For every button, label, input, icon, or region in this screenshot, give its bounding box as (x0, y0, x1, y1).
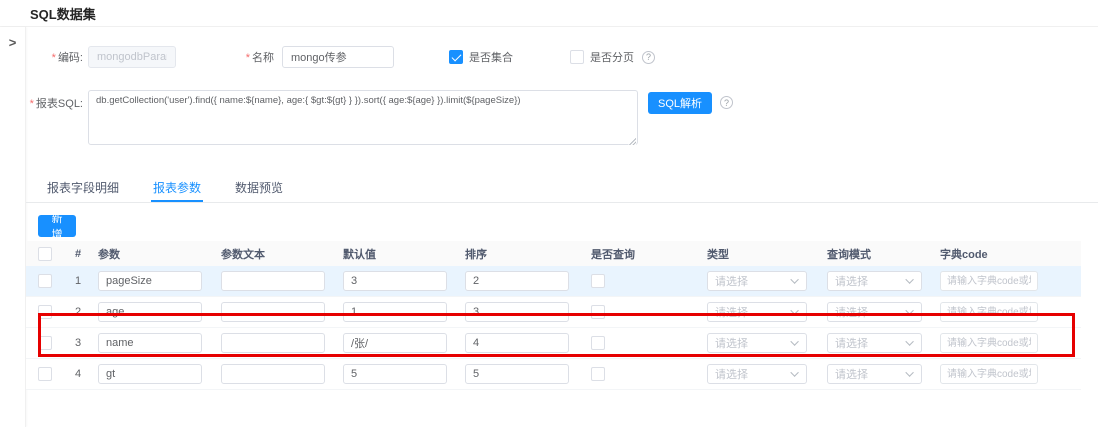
title-bar: SQL数据集 (0, 0, 1098, 27)
sort-input[interactable] (465, 333, 569, 353)
table-row: 2 请选择 请选择 (26, 297, 1081, 328)
default-value-input[interactable] (343, 302, 447, 322)
query-mode-select[interactable]: 请选择 (827, 302, 922, 322)
required-asterisk: * (51, 52, 56, 64)
default-value-input[interactable] (343, 271, 447, 291)
code-label: * 编码: (51, 52, 83, 64)
required-asterisk: * (245, 52, 250, 64)
type-select[interactable]: 请选择 (707, 302, 807, 322)
is-query-checkbox[interactable] (591, 367, 605, 381)
chevron-down-icon (905, 275, 914, 284)
chevron-down-icon (905, 306, 914, 315)
table-header-row: # 参数 参数文本 默认值 排序 是否查询 类型 查询模式 字典code (26, 241, 1081, 266)
query-mode-select[interactable]: 请选择 (827, 333, 922, 353)
form-row-sql: * 报表SQL: db.getCollection('user').find({ … (26, 90, 1098, 148)
name-label: * 名称 (245, 52, 274, 64)
table-toolbar: 新增 (26, 209, 1098, 241)
collapsed-side-panel: > (0, 27, 26, 427)
is-query-checkbox[interactable] (591, 336, 605, 350)
type-select[interactable]: 请选择 (707, 333, 807, 353)
row-index: 3 (75, 337, 82, 349)
pagination-help-question-circle-icon[interactable]: ? (642, 50, 655, 64)
main-content: *编码: *名称 是否集合 是否分页 ? *报表SQL: db.getColle… (26, 46, 1098, 390)
chevron-down-icon (790, 368, 799, 377)
expand-panel-chevron-right-icon[interactable]: > (6, 35, 20, 50)
is-query-checkbox[interactable] (591, 274, 605, 288)
param-text-input[interactable] (221, 364, 325, 384)
sort-input[interactable] (465, 271, 569, 291)
table-row: 3 请选择 请选择 (26, 328, 1081, 359)
header-index: # (75, 247, 82, 260)
header-type: 类型 (707, 248, 729, 261)
row-checkbox[interactable] (38, 274, 52, 288)
query-mode-select[interactable]: 请选择 (827, 364, 922, 384)
add-button[interactable]: 新增 (38, 213, 76, 241)
dict-code-input[interactable] (940, 271, 1038, 291)
header-default: 默认值 (343, 248, 376, 261)
sql-textarea-wrap: db.getCollection('user').find({ name:${n… (88, 90, 638, 148)
row-index: 2 (75, 306, 82, 318)
sql-parse-button[interactable]: SQL解析 (648, 92, 713, 114)
chevron-down-icon (905, 337, 914, 346)
row-checkbox[interactable] (38, 305, 52, 319)
table-body: 1 请选择 请选择 2 请选择 请选择 3 请选择 请选择 4 (26, 266, 1081, 390)
sql-label: * 报表SQL: (29, 98, 83, 110)
form-row-basic: *编码: *名称 是否集合 是否分页 ? (26, 46, 1098, 68)
sql-help-question-circle-icon[interactable]: ? (720, 96, 734, 109)
table-row: 1 请选择 请选择 (26, 266, 1081, 297)
report-sql-textarea[interactable]: db.getCollection('user').find({ name:${n… (88, 90, 638, 145)
param-input[interactable] (98, 333, 202, 353)
header-dict-code: 字典code (940, 248, 988, 261)
is-collection-checkbox[interactable] (449, 50, 463, 64)
sort-input[interactable] (465, 364, 569, 384)
type-select[interactable]: 请选择 (707, 364, 807, 384)
is-pagination-checkbox[interactable] (570, 50, 584, 64)
row-index: 4 (75, 368, 82, 380)
header-is-query: 是否查询 (591, 248, 635, 261)
param-input[interactable] (98, 364, 202, 384)
table-row: 4 请选择 请选择 (26, 359, 1081, 390)
row-index: 1 (75, 275, 82, 287)
query-mode-select[interactable]: 请选择 (827, 271, 922, 291)
tab-bar: 报表字段明细 报表参数 数据预览 (26, 173, 1098, 203)
chevron-down-icon (905, 368, 914, 377)
header-query-mode: 查询模式 (827, 248, 871, 261)
tab-report-field-detail[interactable]: 报表字段明细 (45, 173, 121, 202)
chevron-down-icon (790, 337, 799, 346)
is-query-checkbox[interactable] (591, 305, 605, 319)
header-param-text: 参数文本 (221, 248, 265, 261)
header-param: 参数 (98, 248, 120, 261)
sort-input[interactable] (465, 302, 569, 322)
header-sort: 排序 (465, 248, 487, 261)
param-text-input[interactable] (221, 333, 325, 353)
chevron-down-icon (790, 275, 799, 284)
params-table: # 参数 参数文本 默认值 排序 是否查询 类型 查询模式 字典code 1 请… (26, 241, 1081, 390)
sql-dataset-page: SQL数据集 > *编码: *名称 是否集合 是否分页 ? *报表SQL: db… (0, 0, 1098, 427)
type-select[interactable]: 请选择 (707, 271, 807, 291)
chevron-down-icon (790, 306, 799, 315)
select-all-checkbox[interactable] (38, 246, 52, 261)
tab-report-params[interactable]: 报表参数 (151, 173, 204, 202)
default-value-input[interactable] (343, 333, 447, 353)
dict-code-input[interactable] (940, 333, 1038, 353)
is-pagination-label: 是否分页 (590, 52, 634, 64)
param-text-input[interactable] (221, 271, 325, 291)
is-collection-label: 是否集合 (469, 52, 513, 64)
default-value-input[interactable] (343, 364, 447, 384)
dict-code-input[interactable] (940, 302, 1038, 322)
dict-code-input[interactable] (940, 364, 1038, 384)
name-field[interactable] (282, 46, 394, 68)
row-checkbox[interactable] (38, 367, 52, 381)
param-input[interactable] (98, 271, 202, 291)
row-checkbox[interactable] (38, 336, 52, 350)
tab-data-preview[interactable]: 数据预览 (233, 173, 285, 202)
required-asterisk: * (29, 98, 34, 110)
param-text-input[interactable] (221, 302, 325, 322)
page-title: SQL数据集 (30, 6, 96, 22)
param-input[interactable] (98, 302, 202, 322)
code-field[interactable] (88, 46, 176, 68)
